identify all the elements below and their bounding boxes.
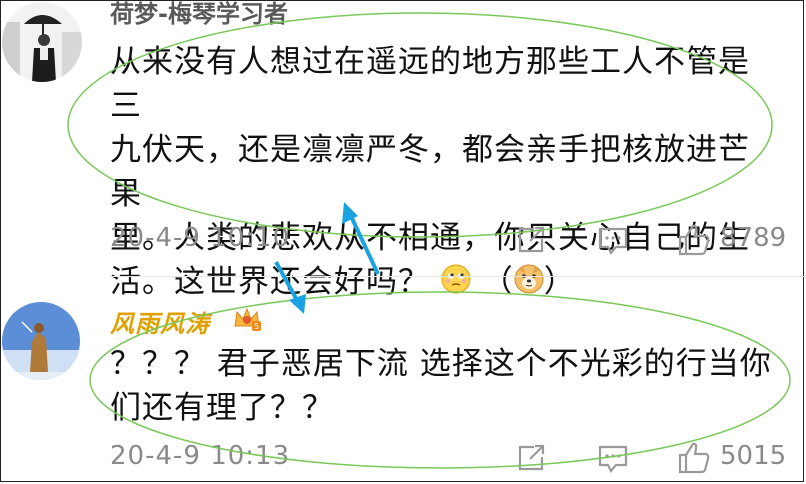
comment-meta: 20-4-9 10:10 8789: [110, 223, 786, 259]
comment-text: ？？？ 君子恶居下流 选择这个不光彩的行当你 们还有理了？？: [110, 342, 790, 430]
timestamp: 20-4-9 10:10: [110, 223, 291, 253]
comment-line: 九伏天，还是凛凛严冬，都会亲手把核放进芒果: [110, 132, 750, 212]
divider: [110, 276, 806, 277]
svg-text:5: 5: [254, 322, 259, 331]
username[interactable]: 风雨风涛: [110, 304, 210, 339]
comment-line: 从来没有人想过在遥远的地方那些工人不管是三: [110, 44, 750, 124]
share-icon[interactable]: [514, 223, 548, 257]
username[interactable]: 荷梦-梅琴学习者: [110, 0, 288, 29]
avatar[interactable]: [2, 302, 80, 380]
reply-icon[interactable]: [596, 223, 630, 257]
comment-meta: 20-4-9 10:13 5015: [110, 441, 786, 477]
comment-line: 们还有理了？？: [110, 390, 334, 426]
timestamp: 20-4-9 10:13: [110, 441, 291, 471]
share-icon[interactable]: [514, 441, 548, 475]
avatar[interactable]: [2, 2, 82, 82]
like-icon[interactable]: [676, 441, 712, 475]
comment-text: 从来没有人想过在遥远的地方那些工人不管是三 九伏天，还是凛凛严冬，都会亲手把核放…: [110, 40, 770, 306]
like-count: 5015: [720, 441, 787, 471]
like-count: 8789: [720, 223, 787, 253]
like-icon[interactable]: [676, 223, 712, 257]
reply-icon[interactable]: [596, 441, 630, 475]
crown-badge-icon: 5: [232, 306, 262, 332]
comment-line: ？？？ 君子恶居下流 选择这个不光彩的行当你: [110, 346, 772, 382]
